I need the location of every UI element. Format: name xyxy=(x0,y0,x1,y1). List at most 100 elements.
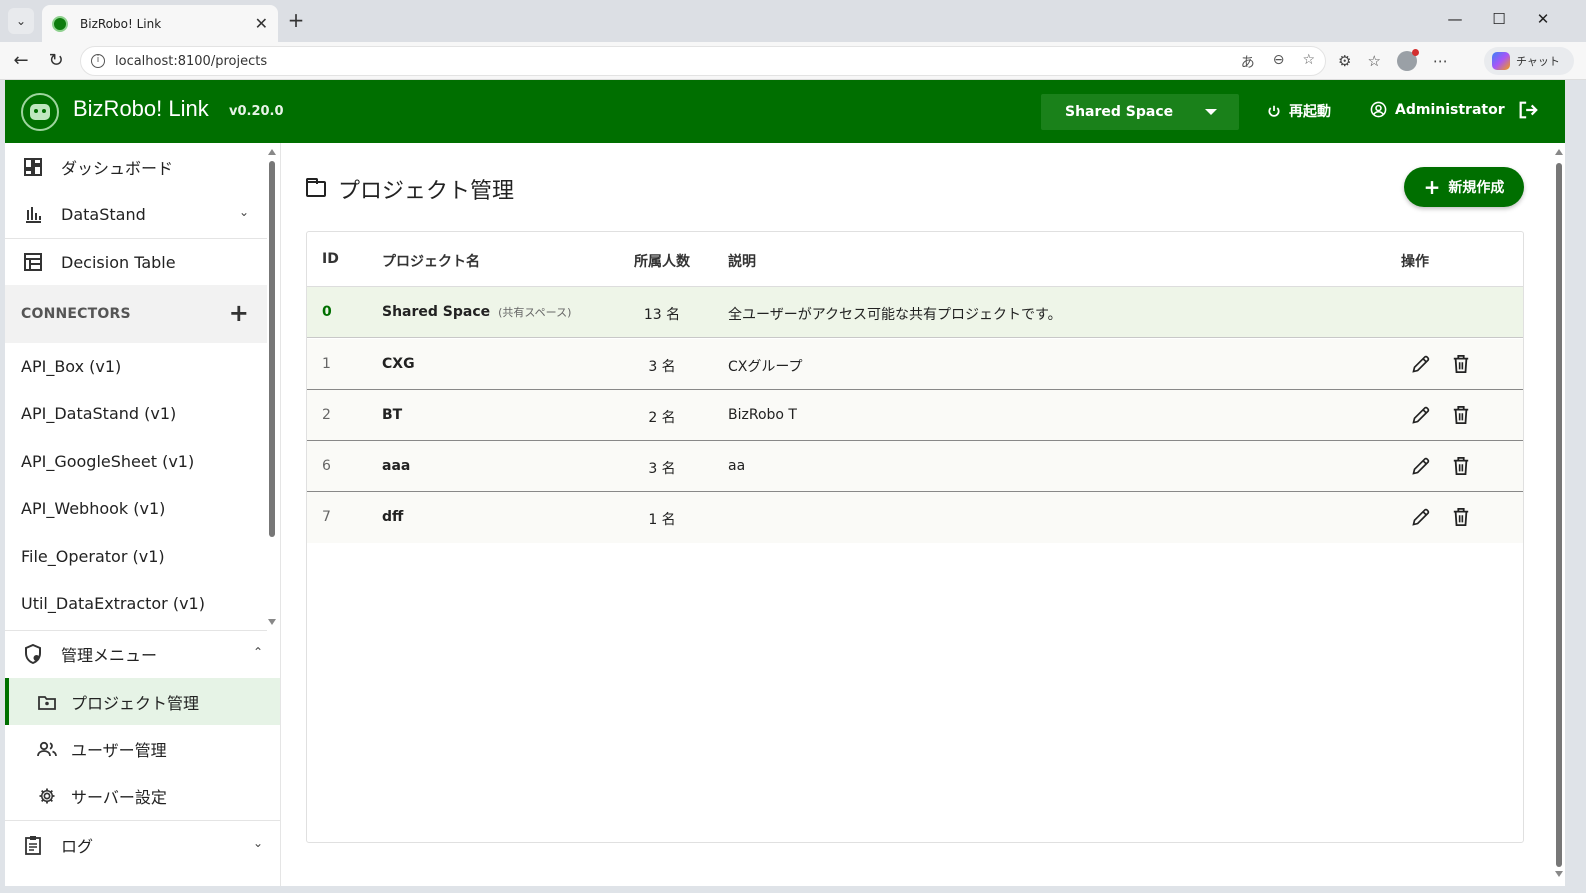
scroll-up-icon[interactable] xyxy=(1555,149,1563,155)
sidebar-item-server-settings[interactable]: サーバー設定 xyxy=(5,772,280,819)
url-actions: あ ⊖ ☆ xyxy=(1241,52,1315,72)
url-text: localhost:8100/projects xyxy=(115,53,268,69)
delete-trash-icon[interactable] xyxy=(1450,404,1472,426)
sidebar-item-label: ユーザー管理 xyxy=(71,740,167,760)
project-name-sub: (共有スペース) xyxy=(498,306,572,319)
restart-button[interactable]: 再起動 xyxy=(1267,101,1331,121)
copilot-chat-button[interactable]: チャット xyxy=(1484,47,1574,75)
extensions-icon[interactable]: ⚙ xyxy=(1338,52,1351,70)
column-header-description[interactable]: 説明 xyxy=(728,251,756,271)
user-name: Administrator xyxy=(1395,101,1505,118)
more-menu-icon[interactable]: ⋯ xyxy=(1433,52,1448,70)
address-bar-row: ← ↻ i localhost:8100/projects あ ⊖ ☆ ⚙ ☆ … xyxy=(0,42,1586,80)
sidebar-item-label: DataStand xyxy=(61,204,146,224)
reader-icon[interactable]: ⊖ xyxy=(1273,52,1285,72)
sidebar-scrollbar[interactable] xyxy=(268,149,276,629)
sidebar-item-label: 管理メニュー xyxy=(61,646,158,665)
scrollbar-thumb[interactable] xyxy=(1556,163,1562,867)
cell-members: 3 名 xyxy=(648,359,676,375)
tab-list-button[interactable]: ⌄ xyxy=(8,8,34,34)
sidebar-item-users[interactable]: ユーザー管理 xyxy=(5,725,280,772)
table-row[interactable]: 1 CXG 3 名 CXグループ xyxy=(307,339,1523,390)
connector-item[interactable]: API_DataStand (v1) xyxy=(21,404,176,423)
column-header-actions: 操作 xyxy=(1401,254,1429,270)
create-project-label: 新規作成 xyxy=(1448,180,1505,196)
site-info-icon[interactable]: i xyxy=(91,54,105,68)
connector-item[interactable]: File_Operator (v1) xyxy=(21,547,165,566)
browser-toolbar: ⚙ ☆ ⋯ xyxy=(1338,49,1448,71)
url-field[interactable]: i localhost:8100/projects あ ⊖ ☆ xyxy=(80,46,1326,76)
user-menu-button[interactable]: Administrator xyxy=(1370,101,1505,118)
connectors-title: CONNECTORS xyxy=(21,306,131,322)
delete-trash-icon[interactable] xyxy=(1450,353,1472,375)
favorite-star-icon[interactable]: ☆ xyxy=(1302,52,1315,72)
sidebar-item-label: Decision Table xyxy=(61,252,176,272)
table-row[interactable]: 7 dff 1 名 xyxy=(307,492,1523,543)
minimize-button[interactable]: — xyxy=(1440,10,1470,32)
sidebar-item-dashboard[interactable]: ダッシュボード xyxy=(5,143,267,191)
create-project-button[interactable]: + 新規作成 xyxy=(1404,167,1524,207)
account-circle-icon xyxy=(1370,101,1387,118)
table-icon xyxy=(23,252,43,272)
translate-icon[interactable]: あ xyxy=(1241,52,1255,72)
back-button[interactable]: ← xyxy=(10,50,32,72)
logout-button[interactable] xyxy=(1517,99,1539,126)
connector-item[interactable]: API_Webhook (v1) xyxy=(21,499,165,518)
cell-name: CXG xyxy=(382,356,415,372)
scroll-down-icon[interactable] xyxy=(1555,871,1563,877)
bar-chart-icon xyxy=(23,204,43,224)
sidebar-item-datastand[interactable]: DataStand ⌄ xyxy=(5,190,267,238)
copilot-icon xyxy=(1492,52,1510,70)
edit-pencil-icon[interactable] xyxy=(1410,353,1432,375)
scrollbar-thumb[interactable] xyxy=(269,161,275,537)
sidebar-item-decision-table[interactable]: Decision Table xyxy=(5,238,267,286)
sidebar: ダッシュボード DataStand ⌄ Decision Table CONNE… xyxy=(5,143,281,886)
tab-close-icon[interactable]: ✕ xyxy=(255,14,268,33)
cell-members: 2 名 xyxy=(648,410,676,426)
table-row[interactable]: 0 Shared Space (共有スペース) 13 名 全ユーザーがアクセス可能… xyxy=(307,287,1523,338)
delete-trash-icon[interactable] xyxy=(1450,455,1472,477)
new-tab-button[interactable]: + xyxy=(285,10,307,32)
space-selector[interactable]: Shared Space xyxy=(1041,94,1239,130)
cell-name: BT xyxy=(382,407,403,423)
table-row[interactable]: 2 BT 2 名 BizRobo T xyxy=(307,390,1523,441)
cell-name: Shared Space (共有スペース) xyxy=(382,304,571,320)
edit-pencil-icon[interactable] xyxy=(1410,404,1432,426)
admin-menu-toggle[interactable]: 管理メニュー ⌃ xyxy=(5,630,280,678)
cell-description: aa xyxy=(728,458,746,474)
chevron-down-icon: ⌄ xyxy=(238,205,249,219)
edit-pencil-icon[interactable] xyxy=(1410,455,1432,477)
power-icon xyxy=(1268,105,1280,117)
favorites-icon[interactable]: ☆ xyxy=(1367,52,1380,70)
column-header-id[interactable]: ID xyxy=(322,251,339,267)
connector-item[interactable]: API_GoogleSheet (v1) xyxy=(21,452,194,471)
connector-item[interactable]: API_Box (v1) xyxy=(21,357,121,376)
robot-logo-icon xyxy=(21,93,59,131)
close-window-button[interactable]: ✕ xyxy=(1528,10,1558,32)
edit-pencil-icon[interactable] xyxy=(1410,506,1432,528)
profile-avatar[interactable] xyxy=(1396,49,1419,71)
sidebar-item-projects[interactable]: プロジェクト管理 xyxy=(5,678,280,725)
sidebar-item-log[interactable]: ログ ⌄ xyxy=(5,821,280,869)
table-row[interactable]: 6 aaa 3 名 aa xyxy=(307,441,1523,492)
maximize-button[interactable]: ☐ xyxy=(1484,10,1514,32)
add-connector-button[interactable]: + xyxy=(229,299,249,327)
cell-name: aaa xyxy=(382,458,411,474)
browser-tab-bar: ⌄ BizRobo! Link ✕ + — ☐ ✕ xyxy=(0,0,1586,42)
cell-description: 全ユーザーがアクセス可能な共有プロジェクトです。 xyxy=(728,307,1062,323)
chat-label: チャット xyxy=(1516,55,1560,68)
cell-id: 1 xyxy=(322,356,331,372)
scroll-down-icon[interactable] xyxy=(268,619,276,625)
column-header-members[interactable]: 所属人数 xyxy=(634,251,690,271)
main-scrollbar[interactable] xyxy=(1555,149,1563,879)
delete-trash-icon[interactable] xyxy=(1450,506,1472,528)
cell-members: 1 名 xyxy=(648,512,676,528)
dropdown-caret-icon xyxy=(1205,109,1217,115)
plus-icon: + xyxy=(1423,175,1441,199)
scroll-up-icon[interactable] xyxy=(268,149,276,155)
connector-item[interactable]: Util_DataExtractor (v1) xyxy=(21,594,205,613)
browser-tab[interactable]: BizRobo! Link ✕ xyxy=(42,5,278,42)
main-content: プロジェクト管理 + 新規作成 ID プロジェクト名 所属人数 説明 操作 0 … xyxy=(282,143,1565,886)
reload-button[interactable]: ↻ xyxy=(45,50,67,72)
column-header-name[interactable]: プロジェクト名 xyxy=(382,251,480,271)
